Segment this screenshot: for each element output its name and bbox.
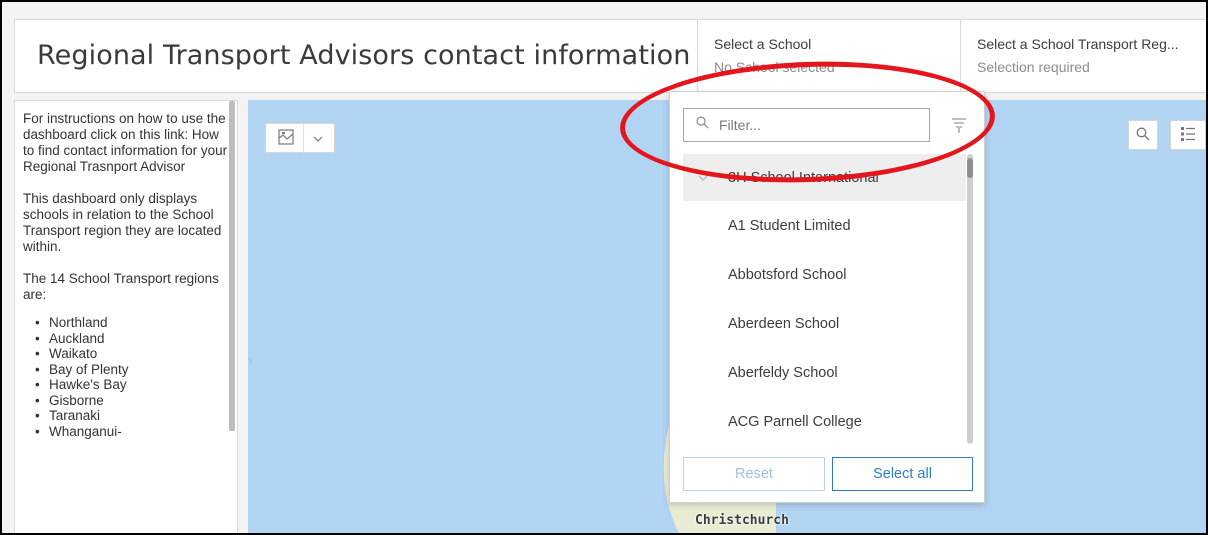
instructions-paragraph: The 14 School Transport regions are: (23, 271, 219, 302)
dropdown-scrollbar[interactable] (967, 154, 973, 444)
school-options-list[interactable]: 3H School International A1 Student Limit… (683, 154, 966, 446)
region-selector[interactable]: Select a School Transport Reg... Selecti… (960, 20, 1206, 92)
basemap-gallery-icon (277, 128, 294, 148)
regions-list: Northland Auckland Waikato Bay of Plenty… (23, 315, 233, 439)
select-all-button[interactable]: Select all (832, 457, 973, 491)
region-selector-value: Selection required (977, 59, 1090, 75)
dashboard-header: Regional Transport Advisors contact info… (14, 19, 1206, 93)
school-option-label: A1 Student Limited (728, 217, 851, 234)
region-item: Waikato (23, 346, 233, 362)
school-option-label: Aberfeldy School (728, 364, 838, 381)
basemap-toggle-button[interactable] (265, 123, 335, 153)
region-selector-label: Select a School Transport Reg... (977, 36, 1179, 52)
map-search-button[interactable] (1128, 120, 1158, 150)
chevron-down-icon[interactable] (313, 131, 323, 146)
school-option-label: ACG Parnell College (728, 413, 862, 430)
instructions-text: For instructions on how to use the dashb… (23, 111, 233, 439)
school-option[interactable]: A1 Student Limited (683, 201, 966, 250)
instructions-paragraph: This dashboard only displays schools in … (23, 191, 222, 254)
dashboard-window: Regional Transport Advisors contact info… (0, 0, 1208, 535)
school-option-label: Abbotsford School (728, 266, 847, 283)
school-selector-label: Select a School (714, 36, 812, 52)
search-icon (1136, 127, 1150, 144)
legend-list-icon (1181, 126, 1195, 145)
legend-button[interactable] (1170, 120, 1206, 150)
region-item: Auckland (23, 331, 233, 347)
region-item: Gisborne (23, 393, 233, 409)
panel-scrollbar[interactable] (229, 101, 235, 431)
school-option[interactable]: Aberdeen School (683, 299, 966, 348)
region-item: Hawke's Bay (23, 377, 233, 393)
region-item: Bay of Plenty (23, 362, 233, 378)
region-item: Northland (23, 315, 233, 331)
reset-button[interactable]: Reset (683, 457, 825, 491)
school-option[interactable]: Abbotsford School (683, 250, 966, 299)
school-option-label: Aberdeen School (728, 315, 840, 332)
region-item: Whanganui- (23, 424, 233, 440)
page-title: Regional Transport Advisors contact info… (37, 40, 691, 71)
button-divider (302, 123, 304, 153)
city-label-christchurch: Christchurch (695, 513, 789, 528)
instructions-panel[interactable]: For instructions on how to use the dashb… (14, 100, 238, 533)
instructions-paragraph: For instructions on how to use the dashb… (23, 111, 228, 174)
scrollbar-thumb[interactable] (967, 158, 973, 178)
region-item: Taranaki (23, 408, 233, 424)
school-option[interactable]: ACG Parnell College (683, 397, 966, 446)
school-option[interactable]: Aberfeldy School (683, 348, 966, 397)
map-label-faint: an (248, 355, 252, 367)
